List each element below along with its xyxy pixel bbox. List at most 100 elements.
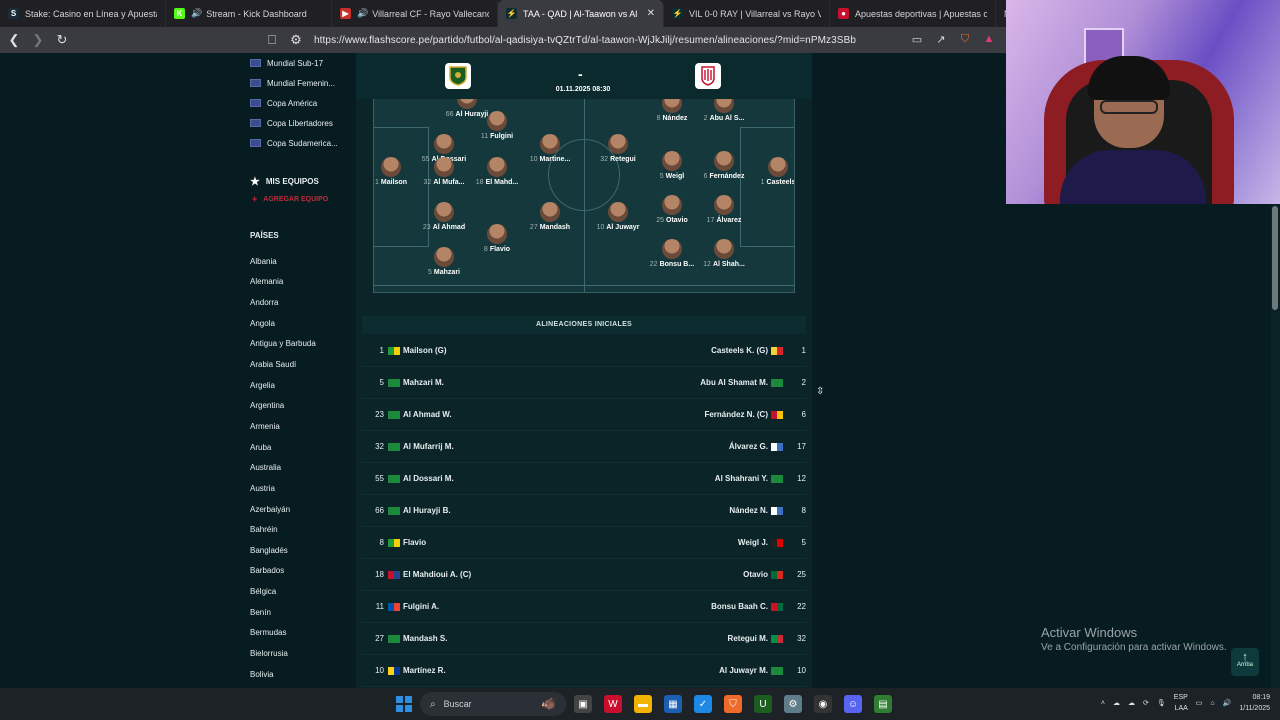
task-view-icon[interactable]: ▣ [574, 695, 592, 713]
country-item[interactable]: Bélgica [240, 581, 352, 602]
volume-icon[interactable]: 🔊 [1223, 699, 1232, 707]
pitch-player[interactable]: 12 Al Shah... [694, 239, 754, 268]
country-item[interactable]: Antigua y Barbuda [240, 334, 352, 355]
display-icon[interactable]: ▭ [1196, 699, 1203, 707]
competition-item[interactable]: Mundial Sub-17 [240, 53, 352, 73]
pitch-player[interactable]: 22 Bonsu B... [642, 239, 702, 268]
country-item[interactable]: Argelia [240, 375, 352, 396]
away-team-logo[interactable] [695, 63, 721, 89]
pitch-player[interactable]: 8 Flavio [467, 224, 527, 253]
country-item[interactable]: Argentina [240, 395, 352, 416]
away-player-name[interactable]: Al Juwayr M. [719, 666, 768, 675]
country-item[interactable]: Austria [240, 478, 352, 499]
country-item[interactable]: Australia [240, 457, 352, 478]
home-team-logo[interactable] [445, 63, 471, 89]
country-item[interactable]: Andorra [240, 292, 352, 313]
away-player-name[interactable]: Fernández N. (C) [704, 410, 768, 419]
home-player-name[interactable]: Mailson (G) [403, 346, 447, 355]
browser-tab[interactable]: ⚡ TAA - QAD | Al-Taawon vs Al Qa ✕ [498, 0, 664, 27]
sync-icon[interactable]: ⟳ [1143, 699, 1149, 707]
away-player-name[interactable]: Álvarez G. [729, 442, 768, 451]
home-player-name[interactable]: Flavio [403, 538, 426, 547]
pitch-player[interactable]: 18 El Mahd... [467, 157, 527, 186]
app-green-icon[interactable]: U [754, 695, 772, 713]
pitch-player[interactable]: 32 Al Mufa... [414, 157, 474, 186]
country-item[interactable]: Angola [240, 313, 352, 334]
browser-tab[interactable]: ▶ 🔊 Villarreal CF - Rayo Vallecano Cu [332, 0, 498, 27]
cast-icon[interactable]: ▭ [910, 32, 924, 46]
home-player-name[interactable]: Martínez R. [403, 666, 446, 675]
discord-icon[interactable]: ☺ [844, 695, 862, 713]
country-item[interactable]: Bahréin [240, 519, 352, 540]
clock[interactable]: 08:19 1/11/2025 [1239, 692, 1270, 714]
chevron-up-icon[interactable]: ˄ [1101, 700, 1105, 707]
away-player-name[interactable]: Nández N. [729, 506, 768, 515]
home-player-name[interactable]: Al Dossari M. [403, 474, 454, 483]
browser-tab[interactable]: Nueva [996, 0, 1006, 27]
competition-item[interactable]: Copa Libertadores [240, 113, 352, 133]
forward-button[interactable]: ❯ [28, 30, 48, 50]
pitch-player[interactable]: 8 Nández [642, 99, 702, 122]
away-player-name[interactable]: Abu Al Shamat M. [700, 378, 768, 387]
browser-tab[interactable]: S Stake: Casino en Línea y Apuestas De [0, 0, 166, 27]
settings-icon[interactable]: ⚙ [784, 695, 802, 713]
away-player-name[interactable]: Weigl J. [738, 538, 768, 547]
brave-browser-icon[interactable]: ⛉ [724, 695, 742, 713]
country-item[interactable]: Armenia [240, 416, 352, 437]
pitch-player[interactable]: 5 Mahzari [414, 247, 474, 276]
country-item[interactable]: Bangladés [240, 540, 352, 561]
back-button[interactable]: ❮ [4, 30, 24, 50]
app-red-icon[interactable]: W [604, 695, 622, 713]
pitch-player[interactable]: 2 Abu Al S... [694, 99, 754, 122]
country-item[interactable]: Benín [240, 602, 352, 623]
home-player-name[interactable]: El Mahdioui A. (C) [403, 570, 471, 579]
store-icon[interactable]: ▦ [664, 695, 682, 713]
share-icon[interactable]: ↗ [934, 32, 948, 46]
away-player-name[interactable]: Al Shahrani Y. [715, 474, 768, 483]
country-item[interactable]: Bolivia [240, 664, 352, 685]
pitch-player[interactable]: 23 Al Ahmad [414, 202, 474, 231]
app-chat-icon[interactable]: ▤ [874, 695, 892, 713]
country-item[interactable]: Bielorrusia [240, 643, 352, 664]
home-player-name[interactable]: Fulgini A. [403, 602, 439, 611]
away-player-name[interactable]: Casteels K. (G) [711, 346, 768, 355]
pitch-player[interactable]: 27 Mandash [520, 202, 580, 231]
scroll-to-top-button[interactable]: ↑ Arriba [1231, 648, 1259, 676]
brave-rewards-icon[interactable]: ▲ [982, 32, 996, 46]
url-text[interactable]: https://www.flashscore.pe/partido/futbol… [314, 35, 856, 46]
close-tab-icon[interactable]: ✕ [647, 8, 655, 19]
home-player-name[interactable]: Mandash S. [403, 634, 447, 643]
browser-tab[interactable]: K 🔊 Stream - Kick Dashboard [166, 0, 332, 27]
onedrive-icon[interactable]: ☁ [1113, 699, 1120, 707]
country-item[interactable]: Aruba [240, 437, 352, 458]
taskbar-search[interactable]: ⌕ Buscar 🐗 [420, 692, 566, 716]
windows-start-button[interactable] [396, 696, 412, 712]
competition-item[interactable]: Copa Sudamerica... [240, 133, 352, 153]
brave-shield-icon[interactable]: ⛉ [958, 32, 972, 46]
country-item[interactable]: Barbados [240, 561, 352, 582]
away-player-name[interactable]: Otavio [743, 570, 768, 579]
home-player-name[interactable]: Al Ahmad W. [403, 410, 452, 419]
bookmark-icon[interactable]: ⎕ [262, 30, 282, 50]
pitch-player[interactable]: 1 Casteels [748, 157, 794, 186]
pitch-player[interactable]: 25 Otavio [642, 195, 702, 224]
file-explorer-icon[interactable]: ▬ [634, 695, 652, 713]
tab-audio-icon[interactable]: 🔊 [357, 8, 368, 19]
home-player-name[interactable]: Al Hurayji B. [403, 506, 451, 515]
country-item[interactable]: Azerbaiyán [240, 499, 352, 520]
browser-tab[interactable]: ⚡ VIL 0-0 RAY | Villarreal vs Rayo Vallec [664, 0, 830, 27]
microphone-icon[interactable]: 🎙 [1157, 699, 1166, 707]
network-icon[interactable]: ⌂ [1210, 700, 1214, 707]
scrollbar-thumb[interactable] [1272, 206, 1278, 310]
pitch-player[interactable]: 10 Martine... [520, 134, 580, 163]
country-item[interactable]: Bermudas [240, 623, 352, 644]
site-settings-icon[interactable]: ⚙ [286, 30, 306, 50]
pitch-player[interactable]: 10 Al Juwayr [588, 202, 648, 231]
add-team-link[interactable]: + AGREGAR EQUIPO [240, 191, 352, 207]
pitch-player[interactable]: 32 Retegui [588, 134, 648, 163]
browser-tab[interactable]: ● Apuestas deportivas | Apuestas onlin [830, 0, 996, 27]
pitch-player[interactable]: 11 Fulgini [467, 111, 527, 140]
pitch-player[interactable]: 5 Weigl [642, 151, 702, 180]
tab-audio-icon[interactable]: 🔊 [191, 8, 202, 19]
country-item[interactable]: Arabia Saudí [240, 354, 352, 375]
